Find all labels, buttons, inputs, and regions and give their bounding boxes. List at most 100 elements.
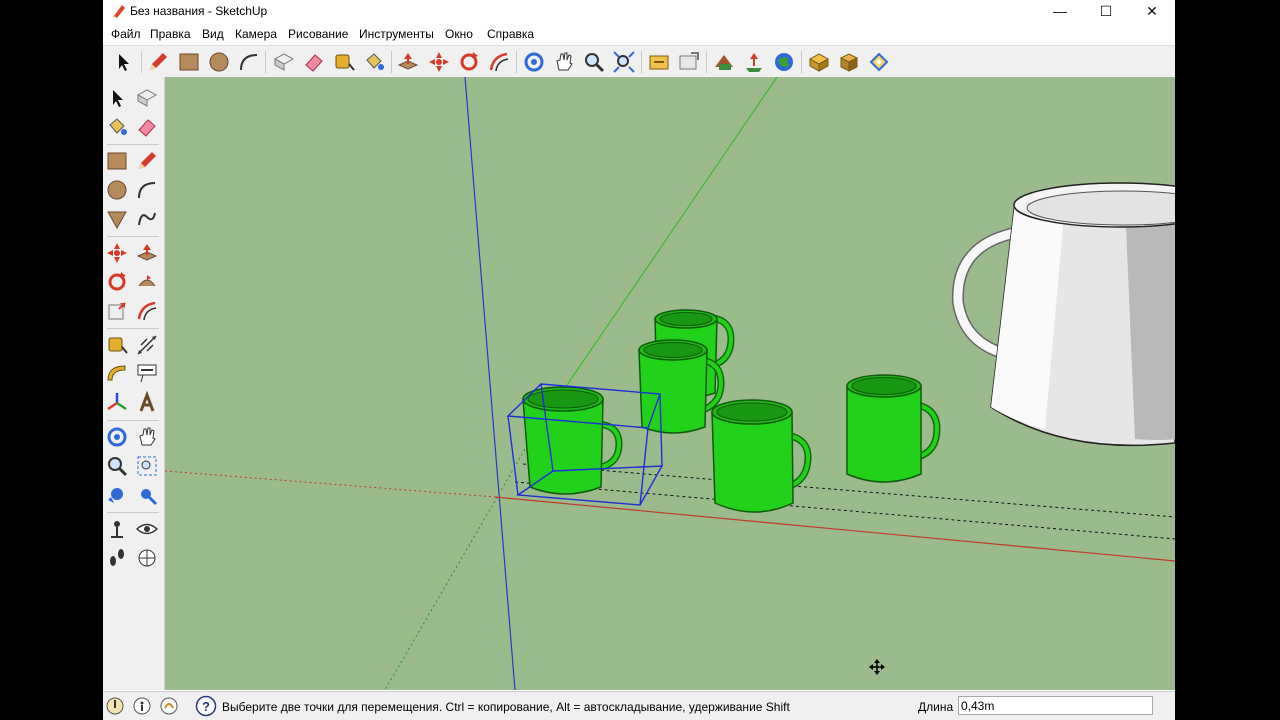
drawing-area[interactable] [165,77,1175,690]
status-bar: ? Выберите две точки для перемещения. Ct… [103,691,1175,720]
circle-icon[interactable] [105,178,129,202]
close-button[interactable]: ✕ [1129,0,1175,22]
rotate-icon[interactable] [105,270,129,294]
pencil-icon[interactable] [146,50,170,74]
circle-icon[interactable] [207,50,231,74]
zoom-window-icon[interactable] [135,454,159,478]
move-icon[interactable] [105,241,129,265]
make-component-icon[interactable] [272,50,296,74]
menu-bar: Файл Правка Вид Камера Рисование Инструм… [103,24,1175,44]
scale-icon[interactable] [105,299,129,323]
layout-icon[interactable] [837,50,861,74]
tape-measure-icon[interactable] [105,333,129,357]
position-camera-icon[interactable] [105,517,129,541]
menu-help[interactable]: Справка [487,27,534,41]
freehand-icon[interactable] [135,207,159,231]
menu-edit[interactable]: Правка [150,27,191,41]
eraser-icon[interactable] [135,115,159,139]
main-toolbar [103,45,1175,78]
polygon-icon[interactable] [105,207,129,231]
blue-axis [464,77,516,690]
sign-in-icon[interactable] [159,696,179,716]
walk-icon[interactable] [105,546,129,570]
paint-bucket-icon[interactable] [105,115,129,139]
push-pull-icon[interactable] [135,241,159,265]
3d-text-icon[interactable] [135,391,159,415]
rectangle-icon[interactable] [177,50,201,74]
dimension-icon[interactable] [135,333,159,357]
large-tool-set [103,77,165,690]
style-builder-icon[interactable] [867,50,891,74]
orbit-icon[interactable] [105,425,129,449]
zoom-icon[interactable] [105,454,129,478]
offset-icon[interactable] [487,50,511,74]
make-component-icon[interactable] [135,86,159,110]
menu-draw[interactable]: Рисование [288,27,348,41]
measurements-label: Длина [918,700,954,714]
menu-camera[interactable]: Камера [235,27,277,41]
white-mug[interactable] [951,182,1175,447]
credits-icon[interactable] [132,696,152,716]
menu-file[interactable]: Файл [111,27,141,41]
preview-in-earth-icon[interactable] [772,50,796,74]
offset-icon[interactable] [135,299,159,323]
menu-view[interactable]: Вид [202,27,224,41]
toolbar-separator [141,51,142,73]
maximize-button[interactable]: ☐ [1083,0,1129,22]
sketchup-window: Без названия - SketchUp — ☐ ✕ Файл Правк… [103,0,1175,720]
menu-tools[interactable]: Инструменты [359,27,434,41]
toolbar-separator [107,236,159,237]
window-title: Без названия - SketchUp [130,4,268,18]
geo-location-icon[interactable] [105,696,125,716]
share-model-icon[interactable] [677,50,701,74]
toolbar-separator [391,51,392,73]
add-location-icon[interactable] [742,50,766,74]
selected-mug[interactable] [522,386,623,495]
follow-me-icon[interactable] [135,270,159,294]
green-axis-negative [384,431,536,690]
pan-icon[interactable] [552,50,576,74]
model-scene [165,77,1175,690]
toolbar-separator [107,420,159,421]
toolbar-separator [516,51,517,73]
arc-icon[interactable] [237,50,261,74]
toolbar-separator [801,51,802,73]
minimize-button[interactable]: — [1037,0,1083,22]
select-icon[interactable] [111,50,135,74]
toolbar-separator [107,512,159,513]
tape-measure-icon[interactable] [332,50,356,74]
zoom-extents-icon[interactable] [612,50,636,74]
help-icon[interactable]: ? [195,695,217,717]
arc-icon[interactable] [135,178,159,202]
svg-text:?: ? [202,699,210,714]
extension-warehouse-icon[interactable] [807,50,831,74]
measurements-input[interactable] [958,696,1153,715]
toolbar-separator [706,51,707,73]
zoom-icon[interactable] [582,50,606,74]
get-photo-texture-icon[interactable] [712,50,736,74]
text-icon[interactable] [135,362,159,386]
select-icon[interactable] [105,86,129,110]
rectangle-icon[interactable] [105,149,129,173]
axes-icon[interactable] [105,391,129,415]
protractor-icon[interactable] [105,362,129,386]
green-mug[interactable] [846,374,941,483]
pan-icon[interactable] [135,425,159,449]
push-pull-icon[interactable] [396,50,420,74]
sketchup-logo-icon [113,5,125,18]
3d-warehouse-icon[interactable] [647,50,671,74]
rotate-icon[interactable] [457,50,481,74]
toolbar-separator [265,51,266,73]
look-around-icon[interactable] [135,517,159,541]
previous-view-icon[interactable] [105,483,129,507]
paint-bucket-icon[interactable] [362,50,386,74]
toolbar-separator [641,51,642,73]
menu-window[interactable]: Окно [445,27,473,41]
green-mug[interactable] [711,399,812,513]
orbit-icon[interactable] [522,50,546,74]
eraser-icon[interactable] [302,50,326,74]
pencil-icon[interactable] [135,149,159,173]
zoom-extents-icon[interactable] [135,483,159,507]
move-icon[interactable] [427,50,451,74]
section-plane-icon[interactable] [135,546,159,570]
